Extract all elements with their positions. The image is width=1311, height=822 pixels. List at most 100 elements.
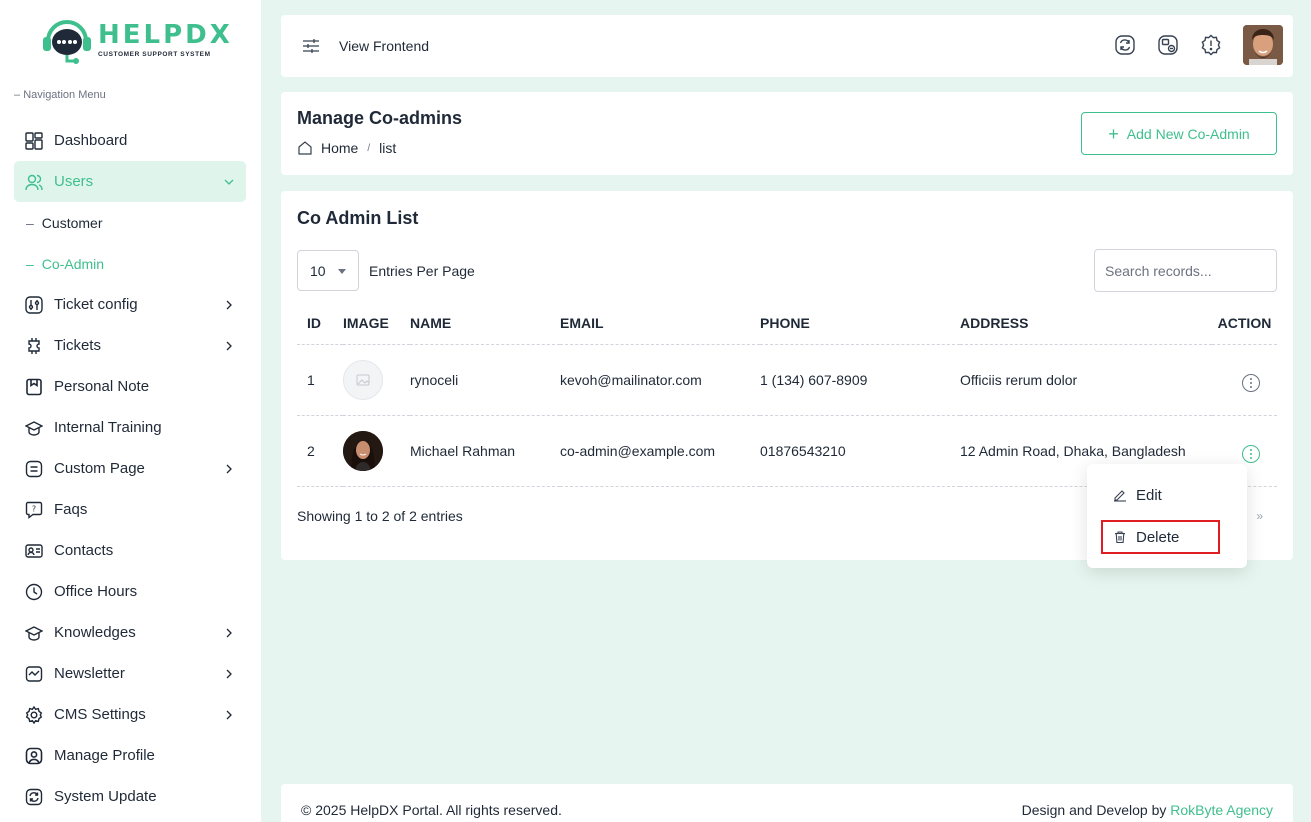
delete-menu-item[interactable]: Delete [1101, 520, 1220, 554]
entries-value: 10 [310, 262, 326, 279]
cell-name: Michael Rahman [410, 415, 560, 487]
sidebar-item-label: Contacts [54, 542, 114, 559]
list-title: Co Admin List [297, 208, 419, 228]
cell-email: co-admin@example.com [560, 415, 760, 487]
sidebar-item-faqs[interactable]: ? Faqs [14, 489, 246, 530]
chevron-right-icon [222, 298, 236, 312]
cell-address: Officiis rerum dolor [960, 344, 1212, 416]
sidebar-item-label: Manage Profile [54, 747, 155, 764]
chevron-down-icon [222, 175, 236, 189]
knowledge-icon [24, 623, 44, 643]
trash-icon [1113, 530, 1127, 544]
nav-heading-label: Navigation Menu [23, 89, 106, 101]
sidebar-item-tickets[interactable]: Tickets [14, 325, 246, 366]
entries-label: Entries Per Page [369, 262, 475, 279]
entries-per-page: 10 Entries Per Page [297, 250, 475, 291]
pencil-icon [1113, 488, 1127, 502]
cell-email: kevoh@mailinator.com [560, 344, 760, 416]
column-header[interactable]: NAME [410, 303, 560, 345]
nav-heading: – Navigation Menu [14, 89, 106, 101]
users-icon [24, 172, 44, 192]
sidebar-item-label: Knowledges [54, 624, 136, 641]
table-header-row: ID IMAGE NAME EMAIL PHONE ADDRESS ACTION [297, 303, 1277, 345]
sidebar-item-label: CMS Settings [54, 706, 146, 723]
credit-text: Design and Develop by RokByte Agency [1022, 802, 1273, 818]
breadcrumb-current: list [379, 140, 397, 156]
sliders-icon[interactable] [301, 36, 321, 56]
language-icon[interactable] [1157, 34, 1179, 56]
sidebar-item-manage-profile[interactable]: Manage Profile [14, 735, 246, 776]
sidebar-item-users[interactable]: Users [14, 161, 246, 202]
clock-icon [24, 582, 44, 602]
headset-logo-icon [40, 17, 94, 64]
add-co-admin-button[interactable]: + Add New Co-Admin [1081, 112, 1277, 155]
column-header[interactable]: ADDRESS [960, 303, 1212, 345]
sidebar-item-label: Internal Training [54, 419, 162, 436]
more-actions-icon[interactable] [1241, 374, 1260, 392]
logo[interactable]: HELPDX CUSTOMER SUPPORT SYSTEM [40, 17, 233, 64]
search-input[interactable] [1094, 249, 1277, 292]
home-icon [297, 140, 313, 156]
sidebar-item-ticket-config[interactable]: Ticket config [14, 284, 246, 325]
copyright-text: © 2025 HelpDX Portal. All rights reserve… [301, 802, 562, 818]
sidebar-item-cms-settings[interactable]: CMS Settings [14, 694, 246, 735]
column-header[interactable]: ID [297, 303, 343, 345]
sidebar: HELPDX CUSTOMER SUPPORT SYSTEM – Navigat… [0, 0, 261, 822]
caret-down-icon [338, 269, 346, 274]
edit-menu-item[interactable]: Edit [1101, 478, 1219, 512]
column-header[interactable]: IMAGE [343, 303, 410, 345]
sidebar-item-label: System Update [54, 788, 157, 805]
sidebar-item-contacts[interactable]: Contacts [14, 530, 246, 571]
sidebar-item-label: Users [54, 173, 94, 190]
cell-image [343, 415, 410, 487]
action-dropdown-menu: Edit Delete [1087, 464, 1247, 568]
sidebar-subitem-label: Customer [41, 214, 103, 231]
alert-icon[interactable] [1200, 34, 1222, 56]
sidebar-item-label: Tickets [54, 337, 101, 354]
sidebar-item-label: Dashboard [54, 132, 128, 149]
sidebar-item-personal-note[interactable]: Personal Note [14, 366, 246, 407]
entries-select[interactable]: 10 [297, 250, 359, 291]
sidebar-item-internal-training[interactable]: Internal Training [14, 407, 246, 448]
profile-icon [24, 746, 44, 766]
newsletter-icon [24, 664, 44, 684]
sidebar-item-label: Custom Page [54, 460, 145, 477]
user-avatar[interactable] [1243, 25, 1283, 65]
more-actions-icon[interactable] [1241, 445, 1260, 463]
breadcrumb-home[interactable]: Home [321, 140, 358, 156]
cell-name: rynoceli [410, 344, 560, 416]
table-row: 1 rynoceli kevoh@mailinator.com 1 (134) … [297, 344, 1277, 416]
pagination-info: Showing 1 to 2 of 2 entries [297, 508, 463, 524]
cell-action [1212, 344, 1277, 416]
co-admin-table: ID IMAGE NAME EMAIL PHONE ADDRESS ACTION… [297, 303, 1277, 487]
pagination-next[interactable]: » [1256, 509, 1263, 523]
sidebar-item-label: Office Hours [54, 583, 138, 600]
sidebar-item-office-hours[interactable]: Office Hours [14, 571, 246, 612]
view-frontend-link[interactable]: View Frontend [339, 38, 429, 54]
column-header[interactable]: EMAIL [560, 303, 760, 345]
cell-id: 2 [297, 415, 343, 487]
sidebar-item-label: Newsletter [54, 665, 125, 682]
chevron-right-icon [222, 667, 236, 681]
chevron-right-icon [222, 339, 236, 353]
credit-link[interactable]: RokByte Agency [1170, 802, 1273, 818]
sidebar-item-newsletter[interactable]: Newsletter [14, 653, 246, 694]
refresh-icon[interactable] [1114, 34, 1136, 56]
plus-icon: + [1108, 123, 1119, 144]
sidebar-subitem-co-admin[interactable]: – Co-Admin [14, 243, 246, 284]
sidebar-subitem-customer[interactable]: – Customer [14, 202, 246, 243]
page-header: Manage Co-admins Home / list + Add New C… [281, 92, 1293, 175]
sidebar-item-label: Faqs [54, 501, 88, 518]
sidebar-item-system-update[interactable]: System Update [14, 776, 246, 817]
logo-title: HELPDX [98, 20, 233, 50]
topbar: View Frontend [281, 15, 1293, 77]
sidebar-item-label: Ticket config [54, 296, 138, 313]
ticket-config-icon [24, 295, 44, 315]
sidebar-item-custom-page[interactable]: Custom Page [14, 448, 246, 489]
sidebar-item-knowledges[interactable]: Knowledges [14, 612, 246, 653]
settings-icon [24, 705, 44, 725]
sidebar-item-dashboard[interactable]: Dashboard [14, 120, 246, 161]
contacts-icon [24, 541, 44, 561]
column-header[interactable]: PHONE [760, 303, 960, 345]
page-title: Manage Co-admins [297, 108, 463, 128]
